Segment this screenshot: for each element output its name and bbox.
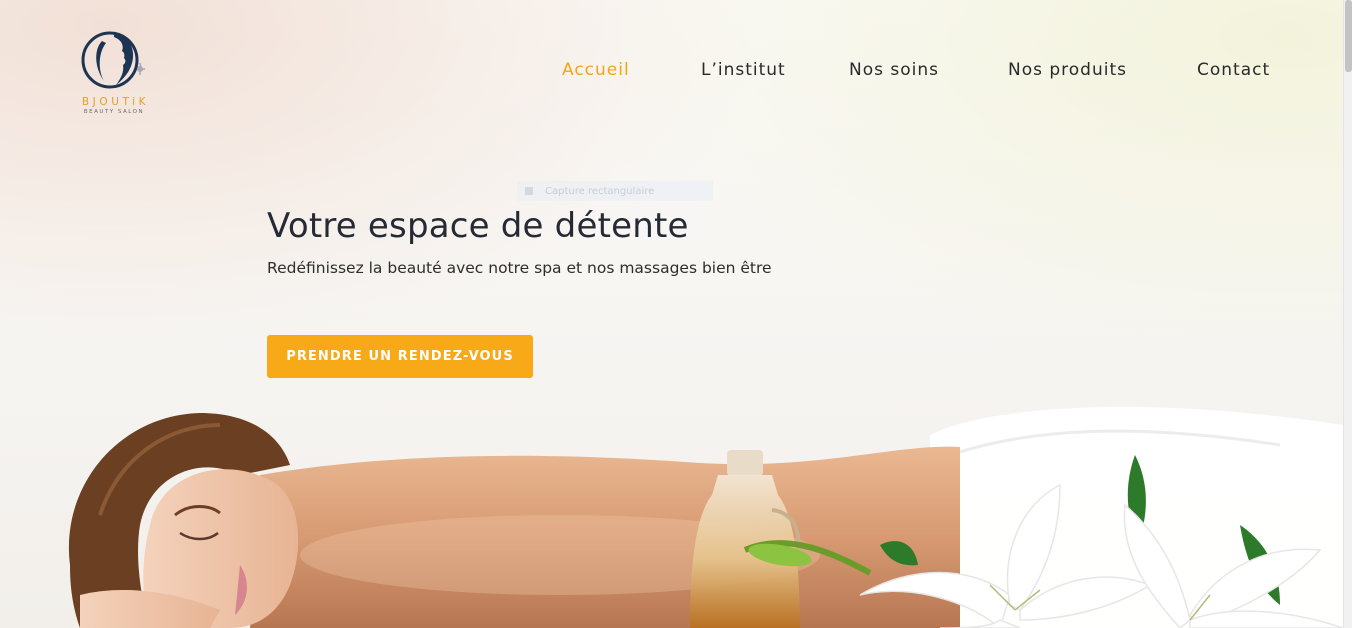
snipping-tool-overlay: Capture rectangulaire — [517, 181, 713, 201]
nav-item-contact[interactable]: Contact — [1197, 60, 1270, 80]
brand-tagline: BEAUTY SALON — [83, 109, 145, 115]
snipping-tool-label: Capture rectangulaire — [545, 185, 655, 197]
page-scrollbar[interactable] — [1343, 0, 1352, 628]
nav-item-nos-produits[interactable]: Nos produits — [1008, 60, 1127, 80]
main-nav: Accueil L’institut Nos soins Nos produit… — [0, 60, 1343, 84]
brand-name: BJOUTiK — [81, 96, 150, 108]
spa-massage-image — [68, 406, 1343, 628]
scrollbar-thumb[interactable] — [1345, 0, 1352, 72]
nav-item-institut[interactable]: L’institut — [701, 60, 786, 80]
scissors-icon — [525, 187, 533, 195]
hero-subtitle: Redéfinissez la beauté avec notre spa et… — [267, 259, 772, 277]
nav-item-nos-soins[interactable]: Nos soins — [849, 60, 939, 80]
book-appointment-button[interactable]: PRENDRE UN RENDEZ-VOUS — [267, 335, 533, 378]
hero-section: BJOUTiK BEAUTY SALON Accueil L’institut … — [0, 0, 1343, 628]
nav-item-accueil[interactable]: Accueil — [562, 60, 630, 80]
hero-title: Votre espace de détente — [267, 206, 689, 246]
